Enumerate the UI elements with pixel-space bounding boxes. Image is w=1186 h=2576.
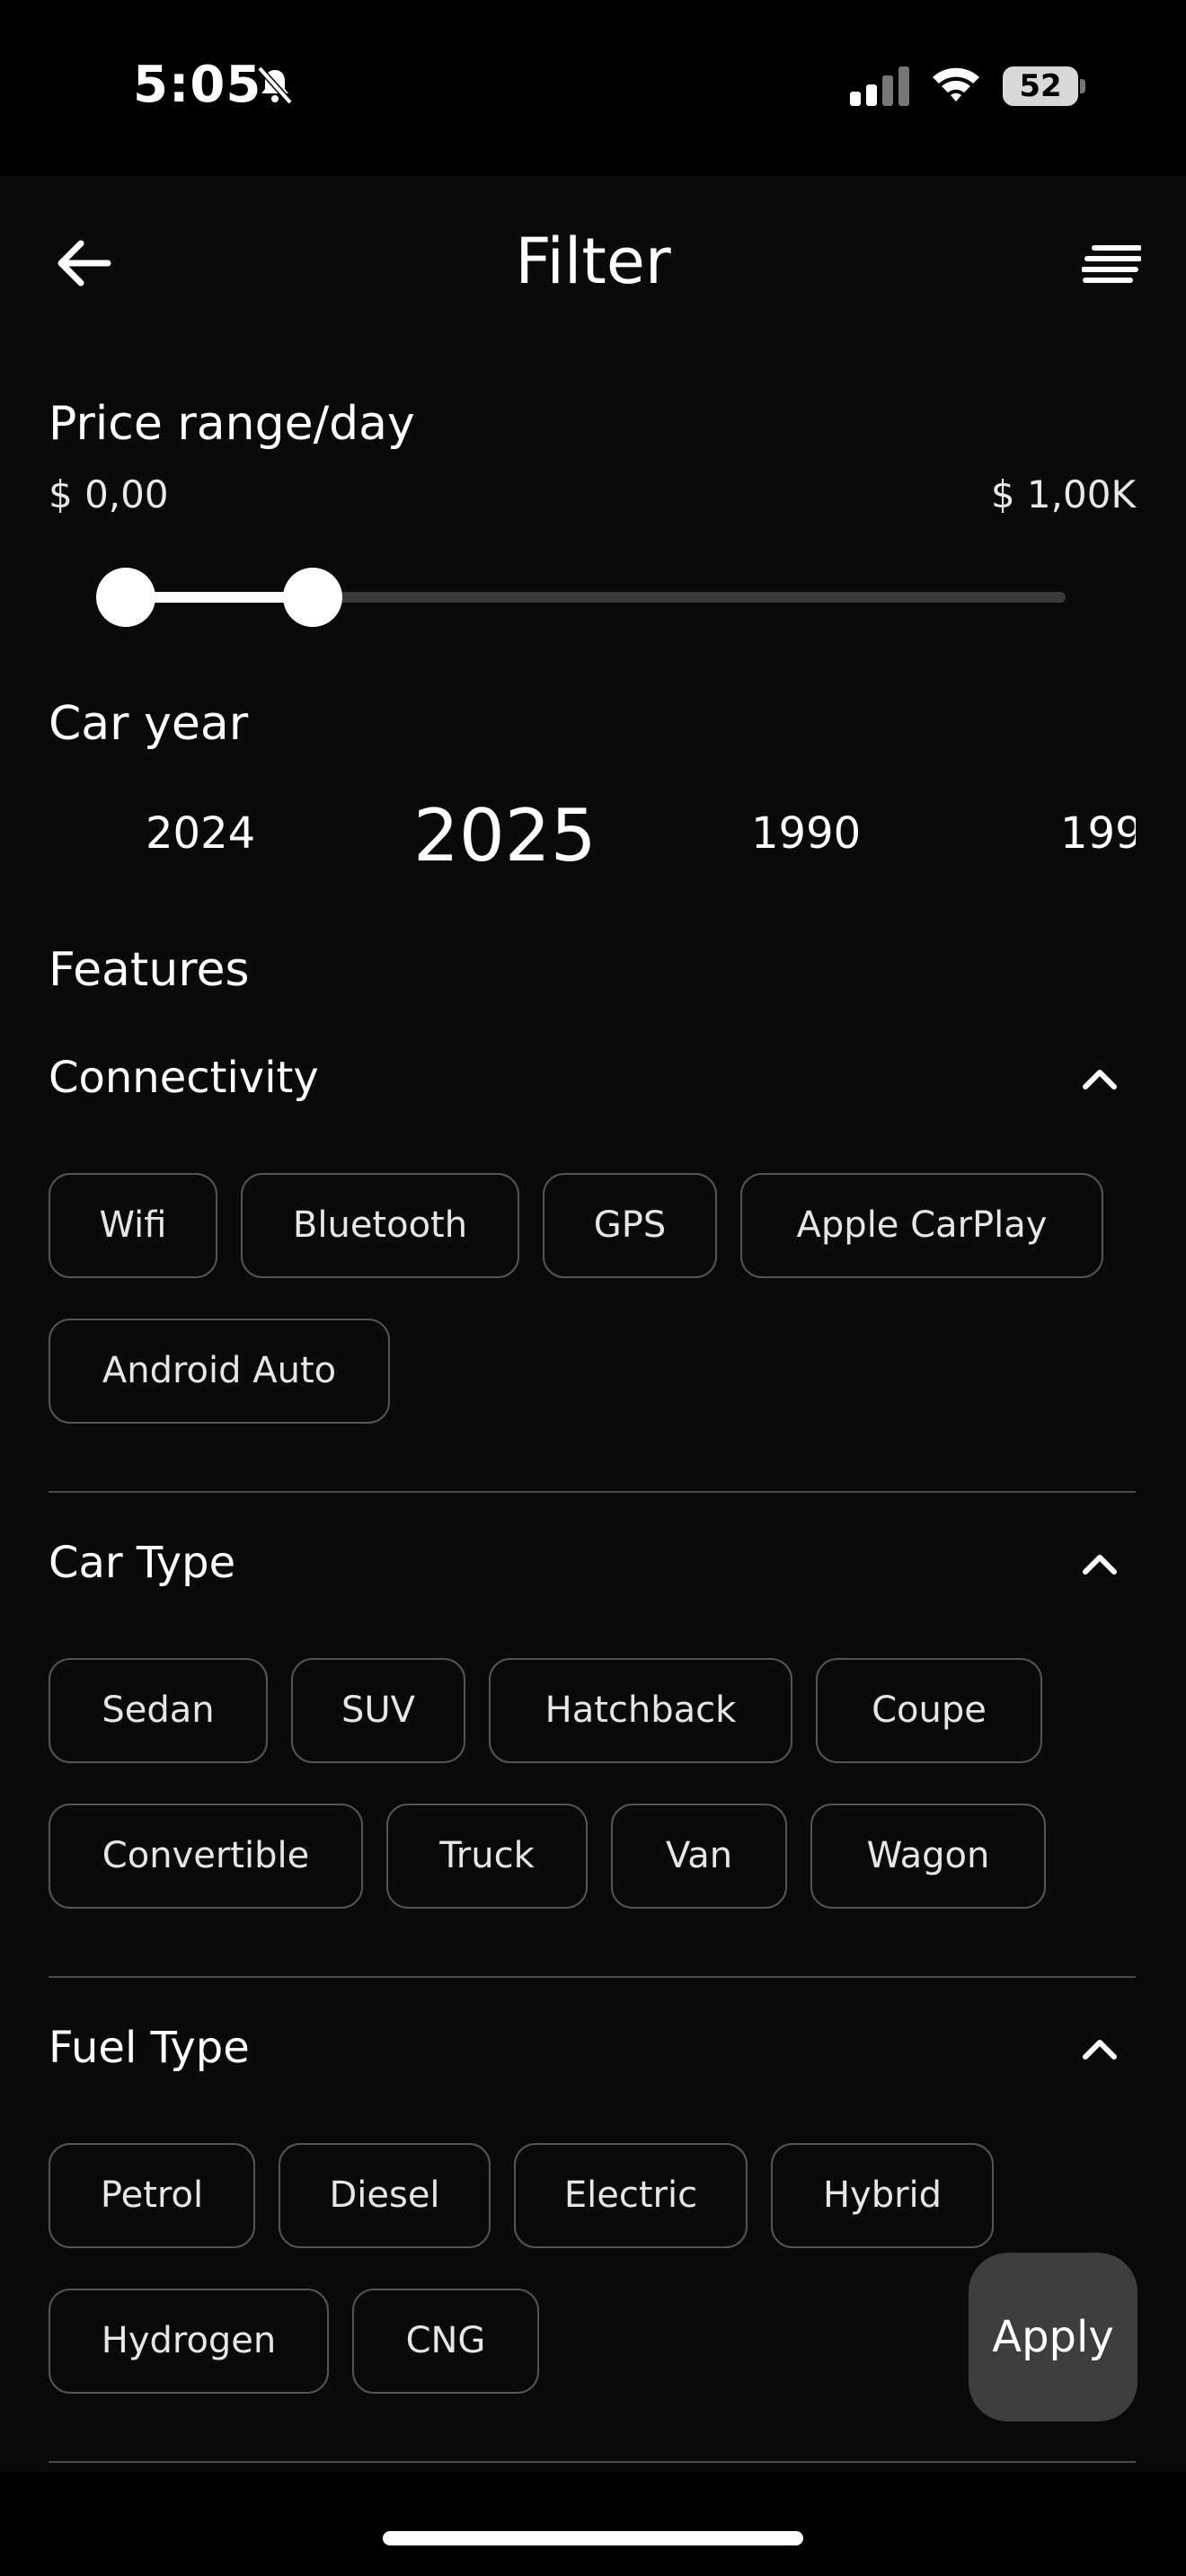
chip-apple-carplay[interactable]: Apple CarPlay [740, 1173, 1103, 1278]
chip-wifi[interactable]: Wifi [49, 1173, 217, 1278]
chip-hydrogen[interactable]: Hydrogen [49, 2289, 329, 2394]
chip-convertible[interactable]: Convertible [49, 1804, 363, 1909]
features-label: Features [49, 943, 250, 997]
chip-hybrid[interactable]: Hybrid [771, 2143, 994, 2248]
chip-suv[interactable]: SUV [291, 1658, 465, 1763]
sort-menu-icon[interactable] [1082, 243, 1141, 284]
chevron-up-icon[interactable] [1078, 1058, 1121, 1101]
year-option-selected[interactable]: 2025 [413, 794, 597, 878]
battery-indicator: 52 [1003, 66, 1085, 106]
fuel-type-section-title[interactable]: Fuel Type [49, 2023, 250, 2073]
price-range-label: Price range/day [49, 397, 415, 451]
chip-cng[interactable]: CNG [352, 2289, 539, 2394]
chevron-up-icon[interactable] [1078, 1543, 1121, 1586]
section-divider [49, 1976, 1136, 1978]
chip-wagon[interactable]: Wagon [810, 1804, 1046, 1909]
car-type-section-title[interactable]: Car Type [49, 1538, 235, 1588]
chip-truck[interactable]: Truck [386, 1804, 588, 1909]
year-option[interactable]: 1990 [751, 808, 861, 859]
chip-gps[interactable]: GPS [543, 1173, 717, 1278]
year-option[interactable]: 2024 [146, 808, 255, 859]
chip-coupe[interactable]: Coupe [816, 1658, 1042, 1763]
chip-sedan[interactable]: Sedan [49, 1658, 268, 1763]
connectivity-section-title[interactable]: Connectivity [49, 1053, 319, 1103]
section-divider [49, 2461, 1136, 2463]
price-max-label: $ 1,00K [990, 472, 1136, 516]
silent-bell-icon [257, 66, 293, 105]
section-divider [49, 1491, 1136, 1493]
bottom-bar [0, 2472, 1186, 2576]
status-time: 5:05 [133, 56, 262, 114]
chip-petrol[interactable]: Petrol [49, 2143, 255, 2248]
price-min-label: $ 0,00 [49, 472, 169, 516]
car-year-label: Car year [49, 697, 249, 751]
chip-android-auto[interactable]: Android Auto [49, 1319, 390, 1424]
chip-electric[interactable]: Electric [514, 2143, 748, 2248]
page-title: Filter [515, 225, 671, 298]
chevron-up-icon[interactable] [1078, 2028, 1121, 2071]
year-option[interactable]: 1991 [1060, 808, 1136, 859]
price-slider-max-handle[interactable] [283, 568, 342, 627]
chip-van[interactable]: Van [611, 1804, 787, 1909]
chip-diesel[interactable]: Diesel [279, 2143, 491, 2248]
price-slider-min-handle[interactable] [96, 568, 155, 627]
chip-bluetooth[interactable]: Bluetooth [241, 1173, 519, 1278]
chip-hatchback[interactable]: Hatchback [489, 1658, 792, 1763]
wifi-icon [933, 67, 979, 101]
cellular-signal-icon [850, 66, 909, 106]
apply-button[interactable]: Apply [969, 2253, 1137, 2422]
battery-level: 52 [1019, 68, 1062, 104]
home-indicator[interactable] [383, 2531, 803, 2545]
